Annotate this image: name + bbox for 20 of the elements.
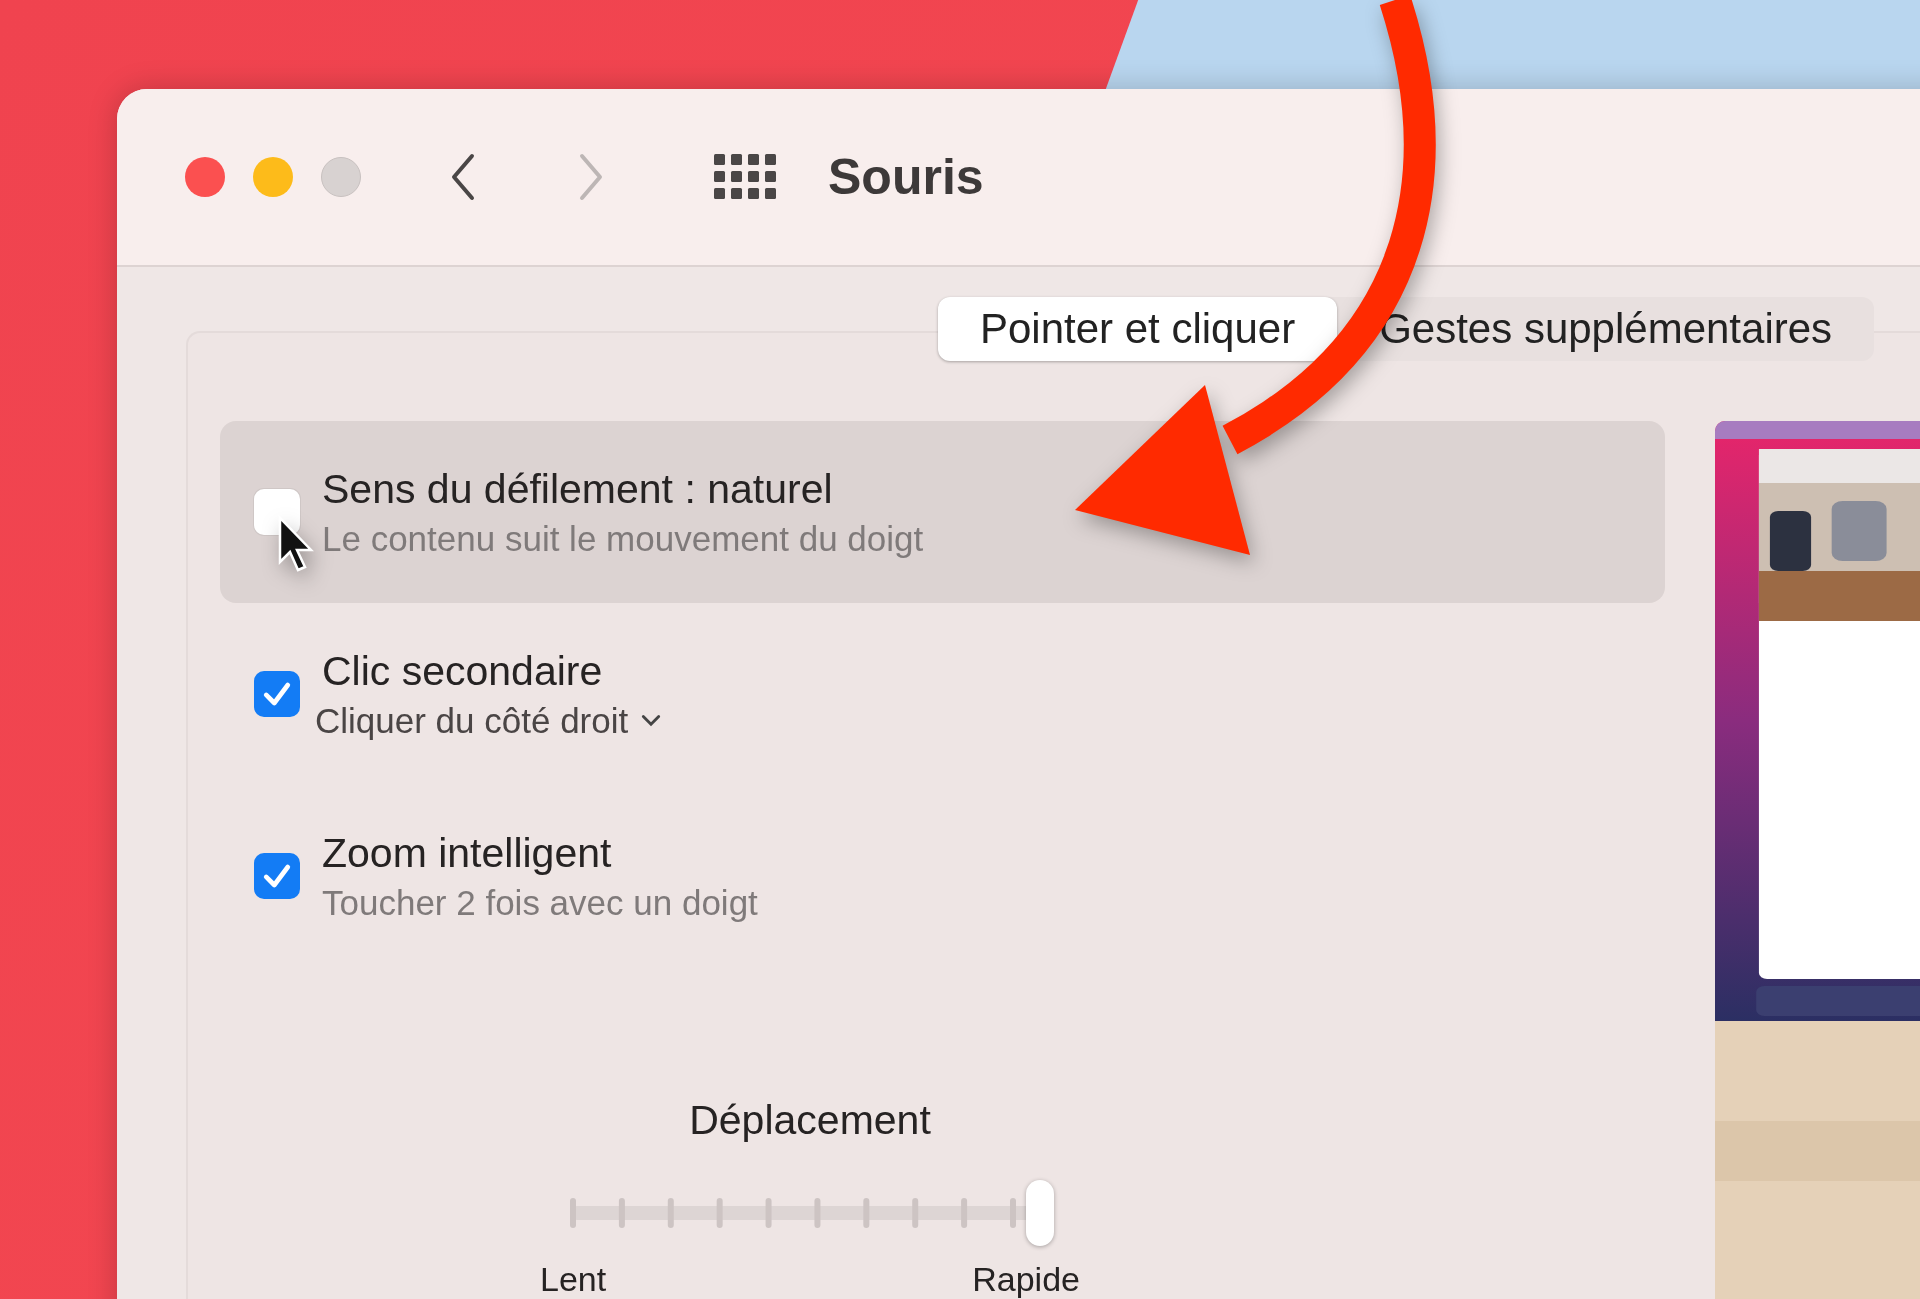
caret-icon <box>640 713 663 728</box>
checkbox[interactable] <box>254 671 300 717</box>
option-description: Le contenu suit le mouvement du doigt <box>322 518 924 559</box>
option-label: Sens du défilement : naturel <box>322 465 834 513</box>
close-button[interactable] <box>185 157 225 197</box>
option-label: Zoom intelligent <box>322 829 613 877</box>
option-description: Toucher 2 fois avec un doigt <box>322 882 758 923</box>
slider-max-label: Rapide <box>972 1260 1080 1299</box>
window-title: Souris <box>828 148 984 206</box>
slider-label: Déplacement <box>689 1097 931 1144</box>
tab[interactable]: Gestes supplémentaires <box>1337 297 1875 361</box>
slider-min-label: Lent <box>540 1260 607 1299</box>
grid-icon[interactable] <box>714 154 776 200</box>
minimize-button[interactable] <box>253 157 293 197</box>
zoom-button[interactable] <box>321 157 361 197</box>
slider-thumb[interactable] <box>1026 1180 1054 1246</box>
option-label: Clic secondaire <box>322 647 604 695</box>
tab[interactable]: Pointer et cliquer <box>938 297 1338 361</box>
popup-menu[interactable]: Cliquer du côté droit <box>315 700 663 741</box>
checkbox[interactable] <box>254 853 300 899</box>
